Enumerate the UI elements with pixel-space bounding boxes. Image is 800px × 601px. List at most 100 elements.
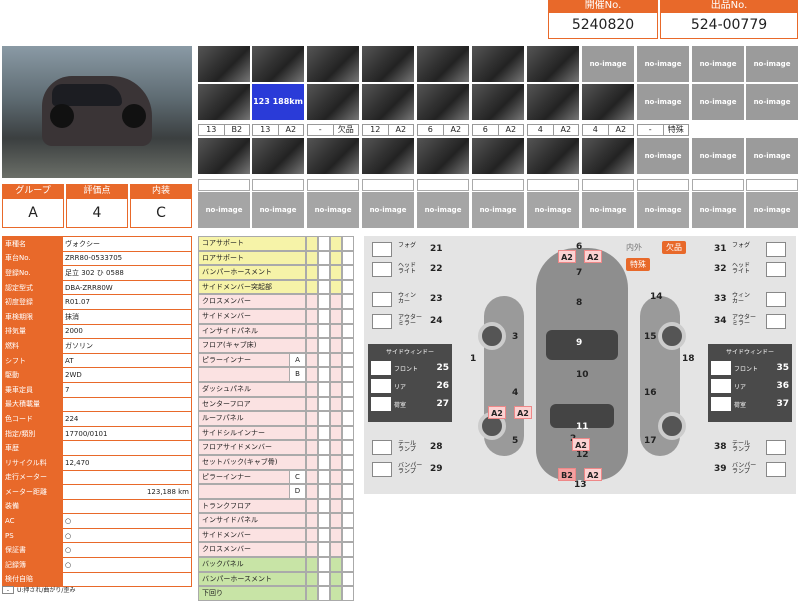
frame-check-cell[interactable] xyxy=(306,454,318,470)
frame-check-cell[interactable] xyxy=(342,396,354,412)
damage-badge[interactable]: A2 xyxy=(584,468,602,481)
frame-check-cell[interactable] xyxy=(342,338,354,353)
frame-check-cell[interactable] xyxy=(306,323,318,339)
frame-check-cell[interactable] xyxy=(330,265,342,280)
frame-check-cell[interactable] xyxy=(342,557,354,572)
no-image-thumbnail[interactable]: no-image xyxy=(307,192,359,228)
frame-check-cell[interactable] xyxy=(330,236,342,251)
left-light-box[interactable] xyxy=(372,262,392,277)
frame-check-cell[interactable] xyxy=(306,250,318,266)
photo-thumbnail[interactable] xyxy=(582,138,634,174)
frame-check-cell[interactable] xyxy=(330,338,342,353)
frame-check-cell[interactable] xyxy=(306,542,318,558)
left-window-box[interactable] xyxy=(371,397,391,411)
frame-check-cell[interactable] xyxy=(306,411,318,426)
frame-check-cell[interactable] xyxy=(318,279,330,295)
frame-check-cell[interactable] xyxy=(318,440,330,455)
no-image-thumbnail[interactable]: no-image xyxy=(746,46,798,82)
frame-check-cell[interactable] xyxy=(318,338,330,353)
no-image-thumbnail[interactable]: no-image xyxy=(692,46,744,82)
frame-check-cell[interactable] xyxy=(318,571,330,587)
frame-check-cell[interactable] xyxy=(330,586,342,601)
frame-check-cell[interactable] xyxy=(318,454,330,470)
frame-check-cell[interactable] xyxy=(306,338,318,353)
frame-check-cell[interactable] xyxy=(330,250,342,266)
photo-thumbnail[interactable] xyxy=(527,138,579,174)
frame-check-cell[interactable] xyxy=(342,571,354,587)
frame-check-cell[interactable] xyxy=(318,557,330,572)
frame-check-cell[interactable] xyxy=(318,469,330,485)
photo-thumbnail[interactable] xyxy=(252,46,304,82)
frame-check-cell[interactable] xyxy=(330,396,342,412)
frame-check-cell[interactable] xyxy=(318,542,330,558)
left-light-box[interactable] xyxy=(372,314,392,329)
frame-check-cell[interactable] xyxy=(342,454,354,470)
main-vehicle-photo[interactable] xyxy=(2,46,192,178)
damage-badge[interactable]: A2 xyxy=(572,438,590,451)
frame-check-cell[interactable] xyxy=(330,279,342,295)
no-image-thumbnail[interactable]: no-image xyxy=(637,84,689,120)
frame-check-cell[interactable] xyxy=(330,308,342,324)
damage-badge[interactable]: A2 xyxy=(514,406,532,419)
frame-check-cell[interactable] xyxy=(318,484,330,499)
frame-check-cell[interactable] xyxy=(306,236,318,251)
frame-check-cell[interactable] xyxy=(306,571,318,587)
photo-thumbnail[interactable] xyxy=(362,138,414,174)
photo-thumbnail[interactable] xyxy=(527,84,579,120)
frame-check-cell[interactable] xyxy=(330,571,342,587)
frame-check-cell[interactable] xyxy=(318,513,330,528)
left-light-box[interactable] xyxy=(372,440,392,455)
frame-check-cell[interactable] xyxy=(318,381,330,397)
no-image-thumbnail[interactable]: no-image xyxy=(637,192,689,228)
frame-check-cell[interactable] xyxy=(330,498,342,514)
frame-check-cell[interactable] xyxy=(306,557,318,572)
frame-check-cell[interactable] xyxy=(318,323,330,339)
photo-thumbnail[interactable] xyxy=(307,46,359,82)
frame-check-cell[interactable] xyxy=(342,425,354,441)
photo-thumbnail[interactable] xyxy=(582,84,634,120)
no-image-thumbnail[interactable]: no-image xyxy=(692,84,744,120)
left-light-box[interactable] xyxy=(372,462,392,477)
no-image-thumbnail[interactable]: no-image xyxy=(582,192,634,228)
no-image-thumbnail[interactable]: no-image xyxy=(527,192,579,228)
frame-check-cell[interactable] xyxy=(306,440,318,455)
no-image-thumbnail[interactable]: no-image xyxy=(582,46,634,82)
right-light-box[interactable] xyxy=(766,314,786,329)
frame-check-cell[interactable] xyxy=(318,308,330,324)
left-window-box[interactable] xyxy=(371,361,391,375)
frame-check-cell[interactable] xyxy=(342,308,354,324)
frame-check-cell[interactable] xyxy=(318,527,330,543)
frame-check-cell[interactable] xyxy=(306,586,318,601)
frame-check-cell[interactable] xyxy=(342,323,354,339)
no-image-thumbnail[interactable]: no-image xyxy=(692,138,744,174)
frame-check-cell[interactable] xyxy=(306,469,318,485)
no-image-thumbnail[interactable]: no-image xyxy=(637,46,689,82)
no-image-thumbnail[interactable]: no-image xyxy=(198,192,250,228)
photo-thumbnail[interactable] xyxy=(472,138,524,174)
frame-check-cell[interactable] xyxy=(318,367,330,382)
no-image-thumbnail[interactable]: no-image xyxy=(637,138,689,174)
right-light-box[interactable] xyxy=(766,440,786,455)
no-image-thumbnail[interactable]: no-image xyxy=(746,192,798,228)
frame-check-cell[interactable] xyxy=(306,513,318,528)
frame-check-cell[interactable] xyxy=(342,586,354,601)
right-window-box[interactable] xyxy=(711,361,731,375)
frame-check-cell[interactable] xyxy=(330,294,342,309)
photo-thumbnail[interactable] xyxy=(417,138,469,174)
damage-badge[interactable]: A2 xyxy=(584,250,602,263)
frame-check-cell[interactable] xyxy=(330,352,342,368)
frame-check-cell[interactable] xyxy=(330,367,342,382)
frame-check-cell[interactable] xyxy=(330,440,342,455)
frame-check-cell[interactable] xyxy=(318,250,330,266)
frame-check-cell[interactable] xyxy=(306,279,318,295)
frame-check-cell[interactable] xyxy=(330,542,342,558)
frame-check-cell[interactable] xyxy=(330,557,342,572)
frame-check-cell[interactable] xyxy=(330,381,342,397)
no-image-thumbnail[interactable]: no-image xyxy=(417,192,469,228)
frame-check-cell[interactable] xyxy=(318,352,330,368)
frame-check-cell[interactable] xyxy=(342,279,354,295)
frame-check-cell[interactable] xyxy=(330,513,342,528)
frame-check-cell[interactable] xyxy=(342,469,354,485)
photo-thumbnail[interactable] xyxy=(307,138,359,174)
photo-thumbnail[interactable] xyxy=(417,84,469,120)
